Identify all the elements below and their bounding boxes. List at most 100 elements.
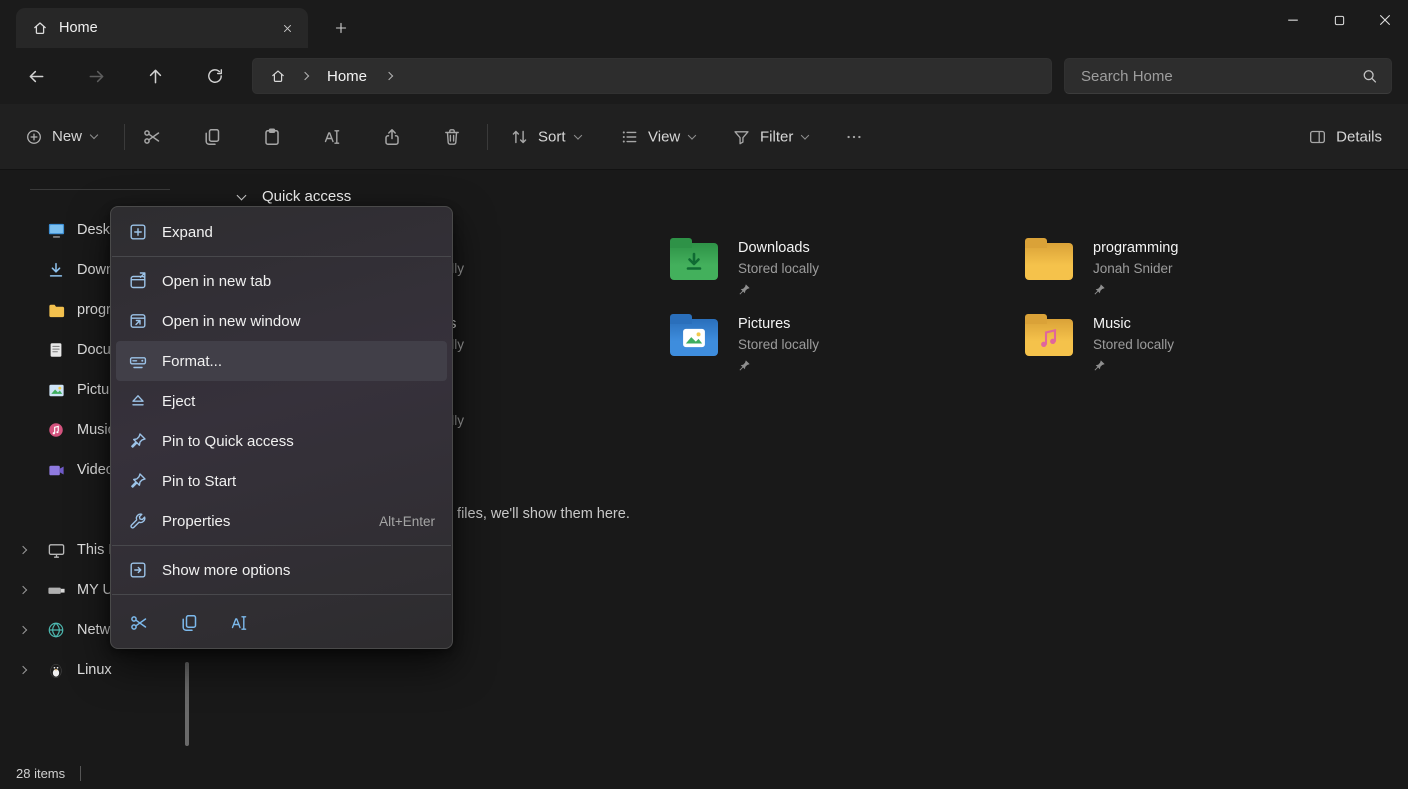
- pin-icon: [1093, 359, 1107, 373]
- quick-access-item-pictures[interactable]: Pictures Stored locally: [670, 314, 1005, 373]
- cut-button[interactable]: [121, 605, 157, 641]
- sidebar-item-linux[interactable]: Linux: [10, 652, 188, 688]
- view-label: View: [648, 128, 680, 145]
- sort-icon: [510, 127, 529, 146]
- context-menu: Expand Open in new tab Open in new windo…: [110, 206, 453, 649]
- details-pane-icon: [1308, 127, 1327, 146]
- document-icon: [46, 340, 66, 360]
- plus-circle-icon: [25, 128, 43, 146]
- sort-button[interactable]: Sort: [500, 119, 591, 154]
- new-button-label: New: [52, 128, 82, 145]
- details-button[interactable]: Details: [1298, 119, 1392, 154]
- chevron-right-icon: [385, 72, 393, 80]
- maximize-button[interactable]: [1316, 0, 1362, 40]
- pin-icon: [128, 431, 148, 451]
- tab-close-button[interactable]: [274, 15, 300, 41]
- videos-icon: [46, 460, 66, 480]
- view-button[interactable]: View: [610, 119, 705, 154]
- menu-item-expand[interactable]: Expand: [116, 212, 447, 252]
- status-divider: [80, 766, 81, 781]
- shortcut-label: Alt+Enter: [379, 514, 435, 529]
- chevron-right-icon[interactable]: [19, 546, 27, 554]
- sort-label: Sort: [538, 128, 566, 145]
- forward-button[interactable]: [79, 59, 113, 93]
- context-menu-icon-row: [111, 599, 452, 644]
- rename-button[interactable]: [221, 605, 257, 641]
- quick-access-header[interactable]: Quick access: [238, 188, 351, 205]
- menu-separator: [112, 545, 451, 546]
- search-input[interactable]: [1065, 59, 1391, 93]
- open-in-new-window-icon: [128, 311, 148, 331]
- filter-button[interactable]: Filter: [722, 119, 818, 154]
- expand-icon: [128, 222, 148, 242]
- chevron-right-icon[interactable]: [19, 586, 27, 594]
- menu-item-pin-to-quick-access[interactable]: Pin to Quick access: [116, 421, 447, 461]
- breadcrumb-home-icon[interactable]: [263, 62, 293, 90]
- view-icon: [620, 127, 639, 146]
- menu-item-format[interactable]: Format...: [116, 341, 447, 381]
- window-controls: [1270, 0, 1408, 40]
- pin-icon: [1093, 283, 1107, 297]
- breadcrumb-item-home[interactable]: Home: [317, 65, 377, 88]
- back-button[interactable]: [19, 59, 53, 93]
- music-folder-icon: [1025, 319, 1073, 356]
- more-options-button[interactable]: [835, 119, 873, 155]
- search-icon[interactable]: [1361, 68, 1378, 85]
- quick-access-item-downloads[interactable]: Downloads Stored locally: [670, 238, 1005, 297]
- menu-item-properties[interactable]: Properties Alt+Enter: [116, 501, 447, 541]
- this-pc-icon: [46, 540, 66, 560]
- copy-button[interactable]: [171, 605, 207, 641]
- pictures-folder-icon: [670, 319, 718, 356]
- up-button[interactable]: [138, 59, 172, 93]
- item-count: 28 items: [16, 766, 65, 781]
- menu-item-show-more-options[interactable]: Show more options: [116, 550, 447, 590]
- menu-item-open-in-new-window[interactable]: Open in new window: [116, 301, 447, 341]
- eject-icon: [128, 391, 148, 411]
- navigation-bar: Home: [0, 48, 1408, 104]
- status-bar: 28 items: [0, 758, 1408, 789]
- chevron-down-icon: [573, 131, 581, 139]
- downloads-icon: [46, 260, 66, 280]
- menu-item-eject[interactable]: Eject: [116, 381, 447, 421]
- quick-access-item-music[interactable]: Music Stored locally: [1025, 314, 1360, 373]
- minimize-button[interactable]: [1270, 0, 1316, 40]
- quick-access-item-programming[interactable]: programming Jonah Snider: [1025, 238, 1360, 297]
- sidebar-scrollbar[interactable]: [185, 662, 189, 746]
- new-tab-button[interactable]: [327, 15, 355, 41]
- refresh-button[interactable]: [198, 59, 232, 93]
- sidebar-separator: [30, 189, 170, 190]
- cut-button[interactable]: [133, 119, 171, 155]
- chevron-right-icon[interactable]: [19, 626, 27, 634]
- chevron-down-icon: [90, 131, 98, 139]
- tab-home[interactable]: Home: [16, 8, 308, 48]
- paste-button[interactable]: [253, 119, 291, 155]
- folder-icon: [1025, 243, 1073, 280]
- pictures-icon: [46, 380, 66, 400]
- show-more-options-icon: [128, 560, 148, 580]
- menu-item-open-in-new-tab[interactable]: Open in new tab: [116, 261, 447, 301]
- new-button[interactable]: New: [14, 120, 108, 154]
- copy-button[interactable]: [193, 119, 231, 155]
- quick-access-title: Quick access: [262, 188, 351, 205]
- chevron-down-icon: [801, 131, 809, 139]
- rename-button[interactable]: [313, 119, 351, 155]
- open-in-new-tab-icon: [128, 271, 148, 291]
- delete-button[interactable]: [433, 119, 471, 155]
- command-bar: New Sort View: [0, 104, 1408, 170]
- linux-penguin-icon: [46, 660, 66, 680]
- filter-label: Filter: [760, 128, 793, 145]
- titlebar: Home: [0, 0, 1408, 48]
- downloads-folder-icon: [670, 243, 718, 280]
- toolbar-divider: [124, 124, 125, 150]
- menu-item-pin-to-start[interactable]: Pin to Start: [116, 461, 447, 501]
- music-icon: [46, 420, 66, 440]
- usb-drive-icon: [46, 580, 66, 600]
- home-icon: [32, 20, 48, 36]
- chevron-right-icon[interactable]: [19, 666, 27, 674]
- share-button[interactable]: [373, 119, 411, 155]
- chevron-down-icon: [237, 190, 247, 200]
- close-button[interactable]: [1362, 0, 1408, 40]
- wrench-icon: [128, 511, 148, 531]
- network-icon: [46, 620, 66, 640]
- folder-icon: [46, 300, 66, 320]
